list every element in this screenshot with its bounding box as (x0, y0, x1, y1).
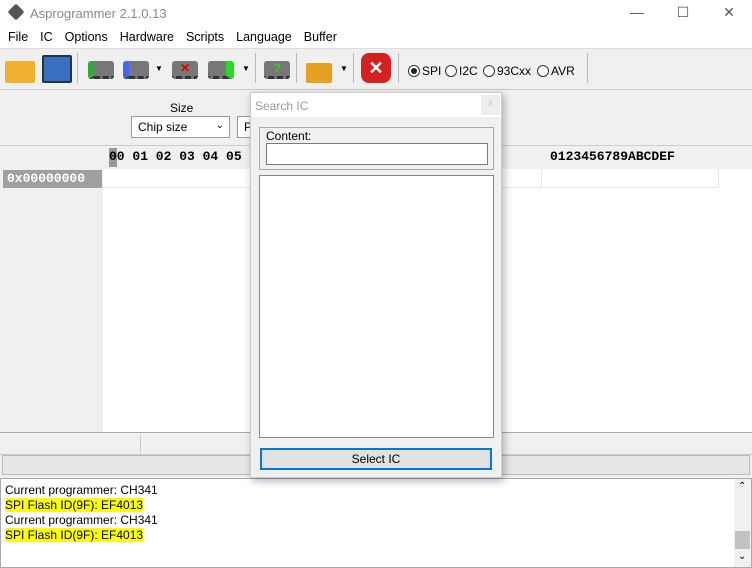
content-group: Content: (259, 127, 494, 170)
verify-dropdown-icon[interactable]: ▼ (242, 64, 250, 73)
menu-scripts[interactable]: Scripts (180, 26, 230, 48)
size-label: Size (170, 101, 194, 115)
close-button[interactable]: ✕ (706, 0, 752, 26)
log-scrollbar[interactable]: ⌃ ⌄ (734, 479, 751, 567)
search-ic-dialog: Search IC x Content: Select IC (250, 92, 502, 478)
radio-label: I2C (459, 64, 478, 78)
window-title: Asprogrammer 2.1.0.13 (30, 6, 167, 21)
maximize-button[interactable]: ☐ (660, 0, 706, 26)
radio-spi[interactable]: SPI (408, 64, 441, 78)
menu-language[interactable]: Language (230, 26, 298, 48)
app-icon (7, 3, 25, 21)
title-bar: Asprogrammer 2.1.0.13 — ☐ ✕ (0, 0, 752, 26)
verify-chip-icon[interactable] (208, 61, 234, 79)
chip-size-value: Chip size (138, 120, 188, 134)
dialog-title: Search IC (255, 99, 309, 113)
radio-label: 93Cxx (497, 64, 532, 78)
open-file-icon[interactable] (5, 61, 35, 83)
radio-93cxx[interactable]: 93Cxx (483, 64, 531, 78)
address-column (0, 169, 103, 433)
dialog-close-button[interactable]: x (481, 95, 500, 115)
stop-icon[interactable]: ✕ (361, 53, 391, 83)
menu-bar: File IC Options Hardware Scripts Languag… (0, 26, 752, 48)
minimize-button[interactable]: — (614, 0, 660, 26)
log-output[interactable]: Current programmer: CH341 SPI Flash ID(9… (0, 478, 752, 568)
radio-label: AVR (551, 64, 575, 78)
menu-buffer[interactable]: Buffer (298, 26, 343, 48)
radio-i2c[interactable]: I2C (445, 64, 478, 78)
write-dropdown-icon[interactable]: ▼ (155, 64, 163, 73)
scroll-up-icon[interactable]: ⌃ (738, 481, 746, 492)
lock-dropdown-icon[interactable]: ▼ (340, 64, 348, 73)
ic-listbox[interactable] (259, 175, 494, 438)
log-line: Current programmer: CH341 (5, 483, 158, 497)
select-ic-button[interactable]: Select IC (260, 448, 492, 470)
radio-avr[interactable]: AVR (537, 64, 575, 78)
write-chip-icon[interactable] (123, 61, 149, 79)
log-line: SPI Flash ID(9F): EF4013 (5, 498, 144, 512)
address-cell: 0x00000000 (3, 170, 102, 188)
content-input[interactable] (266, 143, 488, 165)
dialog-title-bar: Search IC x (251, 93, 501, 117)
content-label: Content: (266, 129, 312, 143)
erase-chip-icon[interactable]: ✕ (172, 61, 198, 79)
log-line: Current programmer: CH341 (5, 513, 158, 527)
chevron-down-icon: ⌄ (215, 120, 224, 131)
log-line: SPI Flash ID(9F): EF4013 (5, 528, 144, 542)
lock-icon[interactable] (306, 63, 332, 83)
toolbar: ▼ ✕ ▼ ? ▼ ✕ SPI I2C 93Cxx AVR (0, 48, 752, 88)
save-file-icon[interactable] (42, 55, 72, 83)
detect-chip-icon[interactable]: ? (264, 61, 290, 79)
menu-options[interactable]: Options (59, 26, 114, 48)
menu-hardware[interactable]: Hardware (114, 26, 180, 48)
menu-ic[interactable]: IC (34, 26, 59, 48)
radio-label: SPI (422, 64, 442, 78)
scroll-down-icon[interactable]: ⌄ (738, 551, 746, 562)
scroll-thumb[interactable] (735, 531, 750, 549)
read-chip-icon[interactable] (88, 61, 114, 79)
ascii-column-header: 0123456789ABCDEF (550, 149, 675, 164)
menu-file[interactable]: File (2, 26, 34, 48)
chip-size-select[interactable]: Chip size ⌄ (131, 116, 230, 138)
